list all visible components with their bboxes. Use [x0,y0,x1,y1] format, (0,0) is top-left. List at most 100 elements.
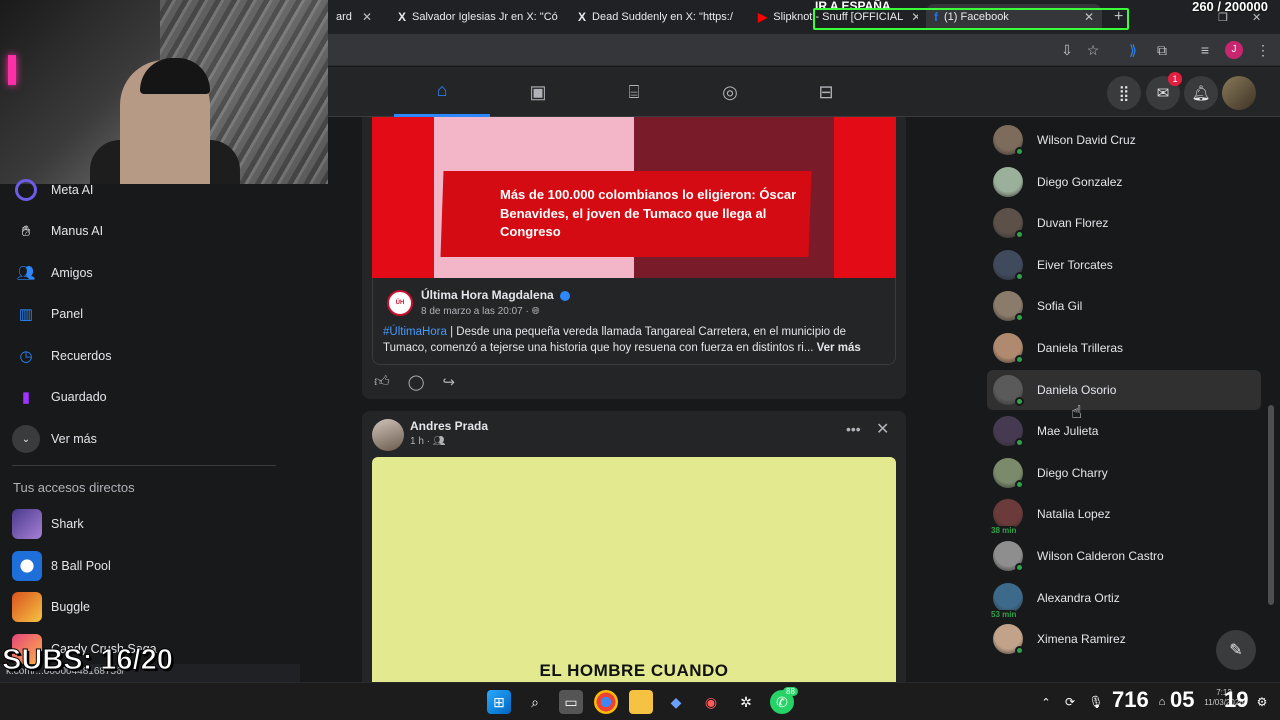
meta-ai-icon [15,179,37,201]
obs-icon[interactable]: ◉ [699,690,723,714]
close-icon[interactable]: ✕ [876,419,889,439]
new-message-button[interactable]: ✎ [1216,630,1256,670]
sidebar-item-ver-mas[interactable]: ⌄ Ver más [12,419,97,459]
shared-post-box: ÚH Última Hora Magdalena 8 de marzo a la… [372,278,896,365]
sidebar-item-manus-ai[interactable]: ✋︎ Manus AI [12,211,103,251]
tab-title: Salvador Iglesias Jr en X: "Có [412,11,558,23]
marketplace-tab[interactable]: ⌸ [586,67,682,117]
contact-item[interactable]: Wilson Calderon Castro [987,536,1261,576]
marketplace-icon: ⌸ [628,81,640,102]
contact-item[interactable]: Daniela Trilleras [987,328,1261,368]
chevron-up-icon[interactable]: ⌃ [1034,690,1058,714]
bell-icon: 🔔︎ [1191,85,1211,102]
notifications-button[interactable]: 🔔︎ [1184,76,1218,110]
contact-item[interactable]: Diego Charry [987,453,1261,493]
account-avatar-button[interactable] [1222,76,1256,110]
page-name-row[interactable]: Última Hora Magdalena [421,288,570,302]
8-ball-pool-icon [12,551,42,581]
install-app-icon[interactable]: ⇩ [1058,41,1076,59]
post-meta: 1 h · 👥︎ [410,436,446,447]
share-icon[interactable]: ↪ [442,373,455,391]
microphone-icon[interactable]: 🎙︎ [1084,690,1108,714]
browser-tab[interactable]: X Salvador Iglesias Jr en X: "Có ✕ [390,4,562,30]
grid-icon: ⣿ [1118,85,1130,102]
gaming-tab[interactable]: ⊟ [778,67,874,117]
contact-name: Sofia Gil [1037,299,1083,314]
post-date[interactable]: 8 de marzo a las 20:07 · 🌐︎ [421,306,540,317]
chrome-icon[interactable] [594,690,618,714]
x-logo-icon: X [398,10,407,24]
contact-item[interactable]: Diego Gonzalez [987,162,1261,202]
contact-item[interactable]: Daniela Osorio [987,369,1261,410]
sidebar-item-recuerdos[interactable]: ◷ Recuerdos [12,336,111,376]
news-feed: Más de 100.000 colombianos lo eligieron:… [362,117,906,687]
close-icon[interactable]: ✕ [354,10,372,24]
contact-name: Eiver Torcates [1037,257,1113,272]
extension-icon[interactable]: ⟫ [1124,41,1142,59]
profile-avatar-icon[interactable]: J [1225,41,1243,59]
comment-icon[interactable]: ◯ [408,373,425,391]
settings-gear-icon[interactable]: ⚙ [1250,690,1274,714]
verified-badge-icon [559,290,570,301]
contact-item[interactable]: Duvan Florez [987,203,1261,243]
file-explorer-icon[interactable] [629,690,653,714]
game-app-icon[interactable]: ✲ [734,690,758,714]
avatar[interactable] [372,419,404,451]
shortcut-8-ball-pool[interactable]: 8 Ball Pool [12,546,111,586]
sidebar-item-meta-ai[interactable]: Meta AI [12,170,93,210]
sidebar-item-amigos[interactable]: 👥︎ Amigos [12,253,92,293]
windows-taskbar: ⊞ ⌕ ▭ ◆ ◉ ✲ ✆ 88 ⌃ ⟳ 🎙︎ 716 ⌂ 05 7:12 11… [0,682,1280,720]
contact-name: Wilson David Cruz [1037,133,1136,147]
page-name[interactable]: Última Hora Magdalena [421,288,554,302]
compose-icon: ✎ [1229,642,1243,659]
bookmark-star-icon[interactable]: ☆ [1084,41,1102,59]
meme-image[interactable]: EL HOMBRE CUANDO [372,457,896,687]
see-more-link[interactable]: Ver más [817,342,861,354]
contact-avatar [993,374,1024,406]
home-tab[interactable]: ⌂ [394,67,490,117]
browser-tab[interactable]: ard ✕ [328,4,380,30]
contact-item[interactable]: Wilson David Cruz [987,120,1261,160]
contact-item[interactable]: Sofia Gil [987,286,1261,326]
sidebar-item-panel[interactable]: ▥ Panel [12,294,83,334]
browser-menu-icon[interactable]: ⋮ [1254,41,1272,59]
more-options-icon[interactable]: ••• [846,421,861,437]
browser-tab[interactable]: X Dead Suddenly en X: "https:/ ✕ [570,4,742,30]
media-control-icon[interactable]: ≡ [1196,41,1214,59]
shark-game-icon [12,509,42,539]
video-tab[interactable]: ▣ [490,67,586,117]
contact-item[interactable]: Mae Julieta [987,411,1261,451]
x-logo-icon: X [578,10,587,24]
sync-icon[interactable]: ⟳ [1058,690,1082,714]
contacts-scrollbar[interactable] [1268,405,1274,605]
post-image[interactable]: Más de 100.000 colombianos lo eligieron:… [372,117,896,278]
messenger-badge: 1 [1168,72,1182,86]
contact-item[interactable]: Eiver Torcates [987,245,1261,285]
hashtag-link[interactable]: #ÚltimaHora [383,326,447,338]
shortcut-shark[interactable]: Shark [12,504,84,544]
screen: ard ✕ X Salvador Iglesias Jr en X: "Có ✕… [0,0,1280,720]
post-time[interactable]: 1 h · [410,436,430,447]
close-icon[interactable]: ✕ [558,10,562,24]
stream-progress-frame [813,8,1129,30]
app-icon[interactable]: ◆ [664,690,688,714]
contact-avatar: 53 min [990,582,1023,619]
post-image-caption: Más de 100.000 colombianos lo eligieron:… [500,187,797,239]
sidebar-item-guardado[interactable]: ▮ Guardado [12,377,107,417]
windows-start-icon[interactable]: ⊞ [487,690,511,714]
contact-item[interactable]: 38 min Natalia Lopez [987,494,1261,536]
menu-grid-button[interactable]: ⣿ [1107,76,1141,110]
close-icon[interactable]: ✕ [733,10,742,24]
shortcut-buggle[interactable]: Buggle [12,587,90,627]
search-icon[interactable]: ⌕ [523,690,547,714]
shortcuts-heading: Tus accesos directos [13,480,135,495]
post-author[interactable]: Andres Prada [410,419,488,433]
memories-icon: ◷ [19,348,33,365]
like-icon[interactable]: 👍︎ [374,373,390,391]
manus-ai-icon: ✋︎ [21,222,31,240]
task-view-icon[interactable]: ▭ [559,690,583,714]
extensions-puzzle-icon[interactable]: ⧉ [1153,41,1171,59]
groups-tab[interactable]: ◎ [682,67,778,117]
contact-item[interactable]: 53 min Alexandra Ortiz [987,578,1261,619]
page-logo[interactable]: ÚH [387,290,413,316]
